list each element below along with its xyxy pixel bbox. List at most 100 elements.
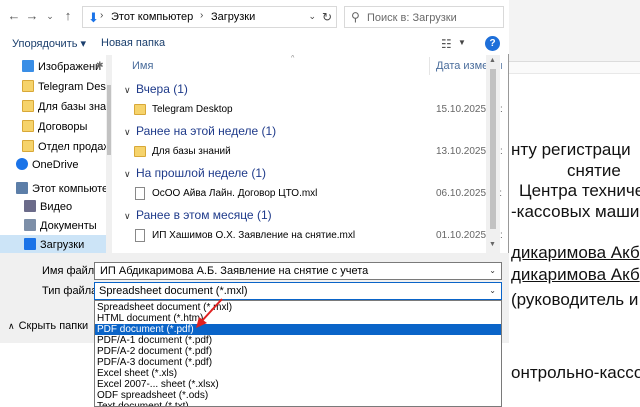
column-header: ^ Имя Дата изменени [118, 55, 502, 77]
pictures-icon [22, 60, 34, 72]
nav-item[interactable]: Этот компьютер [0, 179, 112, 199]
file-type-select[interactable]: Spreadsheet document (*.mxl) ⌄ [94, 282, 502, 300]
folder-icon [134, 104, 146, 115]
group-label: Ранее на этой неделе (1) [136, 124, 277, 138]
column-name-header[interactable]: Имя [132, 60, 153, 72]
file-name-input[interactable]: ИП Абдикаримова А.Б. Заявление на снятие… [94, 262, 502, 280]
breadcrumb-downloads[interactable]: Загрузки [211, 11, 255, 23]
file-type-value: Spreadsheet document (*.mxl) [99, 285, 248, 297]
nav-item-label: Загрузки [40, 239, 85, 251]
nav-item[interactable]: Telegram Desktop [0, 77, 112, 97]
file-type-dropdown-icon[interactable]: ⌄ [489, 286, 496, 295]
navigation-scrollbar[interactable] [106, 55, 112, 253]
scroll-up-icon[interactable]: ▲ [489, 57, 496, 64]
collapse-caret-icon: ∧ [8, 321, 15, 331]
address-bar[interactable]: ⬇ › Этот компьютер › Загрузки ⌄ ↻ [82, 6, 337, 28]
nav-item[interactable]: Видео [0, 197, 106, 217]
document-line: снятие [567, 161, 621, 180]
group-collapse-icon[interactable]: ∨ [124, 169, 136, 180]
file-name-value: ИП Абдикаримова А.Б. Заявление на снятие… [100, 265, 369, 277]
folder-icon [22, 140, 34, 152]
file-type-option[interactable]: ODF spreadsheet (*.ods) [95, 390, 501, 401]
group-collapse-icon[interactable]: ∨ [124, 85, 136, 96]
document-line: Центра техниче [519, 181, 640, 200]
group-header[interactable]: ∨ На прошлой неделе (1) [124, 166, 266, 180]
nav-item[interactable]: Для базы знани [0, 97, 112, 117]
downloads-icon: ⬇ [88, 10, 99, 25]
file-type-option[interactable]: Text document (*.txt) [95, 401, 501, 406]
help-button[interactable]: ? [485, 36, 500, 51]
nav-item[interactable]: Договоры [0, 117, 106, 137]
group-label: Вчера (1) [136, 82, 188, 96]
nav-item[interactable]: Загрузки [0, 235, 106, 253]
file-list-scrollbar[interactable]: ▲ ▼ [486, 55, 500, 253]
hide-folders-button[interactable]: ∧ Скрыть папки [8, 320, 88, 332]
group-collapse-icon[interactable]: ∨ [124, 211, 136, 222]
back-arrow-icon[interactable]: ← [6, 8, 22, 24]
cloud-icon [16, 158, 28, 170]
refresh-icon[interactable]: ↻ [322, 10, 332, 24]
forward-arrow-icon[interactable]: → [24, 8, 40, 24]
file-list-scroll-thumb[interactable] [490, 69, 496, 229]
file-type-option[interactable]: PDF/A-2 document (*.pdf) [95, 346, 501, 357]
screen: нту регистраци снятие Центра техниче -кассо… [0, 0, 640, 407]
sort-arrow-icon: ^ [291, 55, 295, 62]
up-arrow-icon[interactable]: ↑ [60, 8, 76, 24]
navigation-pane: Изображени✱ Telegram Desktop Для базы знан… [0, 55, 112, 253]
new-folder-button[interactable]: Новая папка [101, 37, 165, 49]
breadcrumb-separator: › [200, 10, 204, 21]
pin-icon: ✱ [96, 60, 104, 70]
file-name-dropdown-icon[interactable]: ⌄ [489, 266, 496, 275]
document-line: дикаримова Акб [511, 265, 640, 284]
column-divider[interactable] [429, 57, 430, 75]
view-dropdown-icon[interactable]: ▼ [458, 38, 466, 47]
nav-item[interactable]: Изображени ✱ [0, 57, 106, 77]
file-type-option[interactable]: Excel sheet (*.xls) [95, 368, 501, 379]
nav-item[interactable]: Отдел продаж [0, 137, 111, 157]
document-line: нту регистраци [511, 140, 631, 159]
address-dropdown-icon[interactable]: ⌄ [308, 11, 316, 22]
nav-item-label: Этот компьютер [32, 183, 112, 195]
file-type-option[interactable]: PDF/A-3 document (*.pdf) [95, 357, 501, 368]
document-line: дикаримова Акб [511, 243, 640, 262]
nav-item[interactable]: OneDrive [0, 155, 106, 175]
file-type-option[interactable]: PDF/A-1 document (*.pdf) [95, 335, 501, 346]
group-header[interactable]: ∨ Ранее на этой неделе (1) [124, 124, 276, 138]
file-type-dropdown-list: Spreadsheet document (*.mxl) HTML documen… [94, 300, 502, 407]
nav-item-label: Для базы знани [38, 101, 112, 113]
dialog-toolbar: Упорядочить ▾ Новая папка ☷ ▼ ? [0, 34, 509, 54]
nav-item-label: Отдел продаж [38, 141, 111, 153]
organize-button[interactable]: Упорядочить ▾ [12, 37, 86, 50]
computer-icon [16, 182, 28, 194]
search-box[interactable]: ⚲ Поиск в: Загрузки [344, 6, 504, 28]
group-label: Ранее в этом месяце (1) [136, 208, 272, 222]
file-row[interactable]: ОсОО Айва Лайн. Договор ЦТО.mxl 06.10.202… [118, 184, 502, 204]
group-header[interactable]: ∨ Ранее в этом месяце (1) [124, 208, 272, 222]
file-type-option[interactable]: Spreadsheet document (*.mxl) [95, 302, 501, 313]
file-row[interactable]: ИП Хашимов О.Х. Заявление на снятие.mxl 0… [118, 226, 502, 246]
file-type-label: Тип файла: [42, 285, 101, 297]
file-type-option[interactable]: Excel 2007-... sheet (*.xlsx) [95, 379, 501, 390]
document-line: (руководитель и [511, 290, 639, 309]
file-row[interactable]: Telegram Desktop15.10.2025 14:06 [118, 100, 502, 120]
recent-locations-icon[interactable]: ⌄ [42, 8, 58, 24]
file-type-option[interactable]: PDF document (*.pdf) [95, 324, 501, 335]
file-type-option[interactable]: HTML document (*.htm) [95, 313, 501, 324]
document-ruler [505, 62, 640, 74]
nav-item[interactable]: Документы [0, 216, 106, 236]
group-label: На прошлой неделе (1) [136, 166, 266, 180]
group-header[interactable]: ∨ Вчера (1) [124, 82, 188, 96]
file-row[interactable]: Для базы знаний 13.10.2025 16:5 [118, 142, 502, 162]
nav-item-label: Telegram Desktop [38, 81, 112, 93]
folder-icon [22, 120, 34, 132]
view-options-icon[interactable]: ☷ [441, 37, 452, 51]
group-collapse-icon[interactable]: ∨ [124, 127, 136, 138]
hide-folders-label: Скрыть папки [18, 320, 89, 332]
breadcrumb-this-pc[interactable]: Этот компьютер [111, 11, 193, 23]
file-name: Для базы знаний [152, 146, 231, 157]
file-icon [135, 187, 145, 200]
navigation-scroll-thumb[interactable] [107, 85, 111, 155]
folder-icon [22, 100, 34, 112]
document-line: -кассовых маши [511, 202, 640, 221]
scroll-down-icon[interactable]: ▼ [489, 241, 496, 248]
